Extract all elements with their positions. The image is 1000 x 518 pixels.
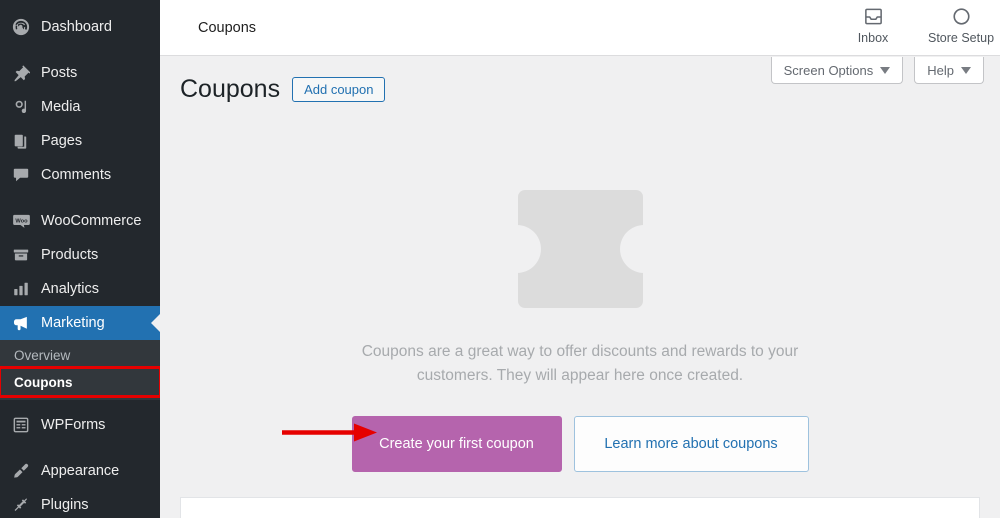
- sidebar-item-dashboard[interactable]: Dashboard: [0, 10, 160, 44]
- sidebar-item-woocommerce[interactable]: Woo WooCommerce: [0, 204, 160, 238]
- store-setup-button[interactable]: Store Setup: [928, 4, 995, 45]
- screen-options-label: Screen Options: [783, 62, 874, 78]
- page-header: Coupons Add coupon: [180, 74, 386, 104]
- sidebar-item-plugins[interactable]: Plugins: [0, 488, 160, 518]
- sidebar-item-label: Appearance: [41, 463, 120, 479]
- wpforms-icon: [10, 414, 32, 436]
- chevron-down-icon: [880, 66, 891, 74]
- sidebar-item-label: WooCommerce: [41, 213, 142, 229]
- sidebar-subitem-label: Overview: [14, 347, 71, 363]
- plug-icon: [10, 494, 32, 516]
- screen-meta-tabs: Screen Options Help: [770, 57, 984, 84]
- help-tab[interactable]: Help: [914, 57, 984, 84]
- empty-state-actions: Create your first coupon Learn more abou…: [351, 416, 809, 473]
- screen-options-tab[interactable]: Screen Options: [770, 57, 904, 84]
- sidebar-item-media[interactable]: Media: [0, 90, 160, 124]
- sidebar-item-products[interactable]: Products: [0, 238, 160, 272]
- empty-state-message: Coupons are a great way to offer discoun…: [361, 343, 799, 385]
- coupon-notch-left: [516, 225, 541, 273]
- bottom-panel: [180, 497, 980, 518]
- products-icon: [10, 244, 32, 266]
- header-actions: Inbox Store Setup: [842, 4, 995, 45]
- woocommerce-icon: Woo: [10, 210, 32, 232]
- sidebar-item-pages[interactable]: Pages: [0, 124, 160, 158]
- sidebar-item-label: Analytics: [41, 281, 100, 297]
- paintbrush-icon: [10, 460, 32, 482]
- admin-sidebar: Dashboard Posts Media Pages Comments Woo…: [0, 0, 160, 518]
- sidebar-item-posts[interactable]: Posts: [0, 56, 160, 90]
- active-arrow-icon: [151, 314, 160, 332]
- coupon-notch-right: [619, 225, 644, 273]
- page-title: Coupons: [180, 75, 281, 103]
- inbox-label: Inbox: [857, 31, 889, 45]
- sidebar-item-label: Pages: [41, 133, 83, 149]
- coupon-ticket-icon: [516, 190, 644, 308]
- sidebar-item-label: Posts: [41, 65, 78, 81]
- sidebar-item-analytics[interactable]: Analytics: [0, 272, 160, 306]
- sidebar-item-label: Products: [41, 247, 99, 263]
- sidebar-item-label: Plugins: [41, 497, 89, 513]
- coupons-empty-state: Coupons are a great way to offer discoun…: [160, 120, 1000, 473]
- chevron-down-icon: [961, 66, 971, 74]
- learn-more-coupons-button[interactable]: Learn more about coupons: [573, 416, 809, 473]
- megaphone-icon: [10, 312, 32, 334]
- sidebar-item-wpforms[interactable]: WPForms: [0, 408, 160, 442]
- marketing-submenu: Overview Coupons: [0, 340, 160, 400]
- add-coupon-button[interactable]: Add coupon: [292, 76, 386, 102]
- circle-progress-icon: [951, 4, 972, 28]
- svg-text:Woo: Woo: [15, 218, 28, 224]
- woocommerce-header: Coupons Inbox Store Setup: [160, 0, 1000, 56]
- sidebar-item-label: Marketing: [41, 315, 105, 331]
- sidebar-subitem-label: Coupons: [14, 374, 73, 390]
- pin-icon: [10, 62, 32, 84]
- sidebar-item-marketing[interactable]: Marketing: [0, 306, 160, 340]
- help-label: Help: [927, 62, 954, 78]
- sidebar-item-appearance[interactable]: Appearance: [0, 454, 160, 488]
- sidebar-item-label: Comments: [41, 167, 112, 183]
- comment-icon: [10, 164, 32, 186]
- store-setup-label: Store Setup: [928, 31, 995, 45]
- sidebar-item-comments[interactable]: Comments: [0, 158, 160, 192]
- media-icon: [10, 96, 32, 118]
- inbox-button[interactable]: Inbox: [842, 4, 904, 45]
- pages-icon: [10, 130, 32, 152]
- sidebar-subitem-overview[interactable]: Overview: [0, 342, 160, 368]
- dashboard-icon: [10, 16, 32, 38]
- analytics-icon: [10, 278, 32, 300]
- sidebar-subitem-coupons[interactable]: Coupons: [0, 366, 160, 398]
- sidebar-item-label: Dashboard: [41, 19, 112, 35]
- admin-page: Dashboard Posts Media Pages Comments Woo…: [0, 0, 1000, 518]
- create-first-coupon-button[interactable]: Create your first coupon: [351, 416, 562, 473]
- sidebar-item-label: WPForms: [41, 417, 106, 433]
- header-page-title: Coupons: [198, 20, 257, 36]
- inbox-icon: [863, 4, 884, 28]
- sidebar-item-label: Media: [41, 99, 81, 115]
